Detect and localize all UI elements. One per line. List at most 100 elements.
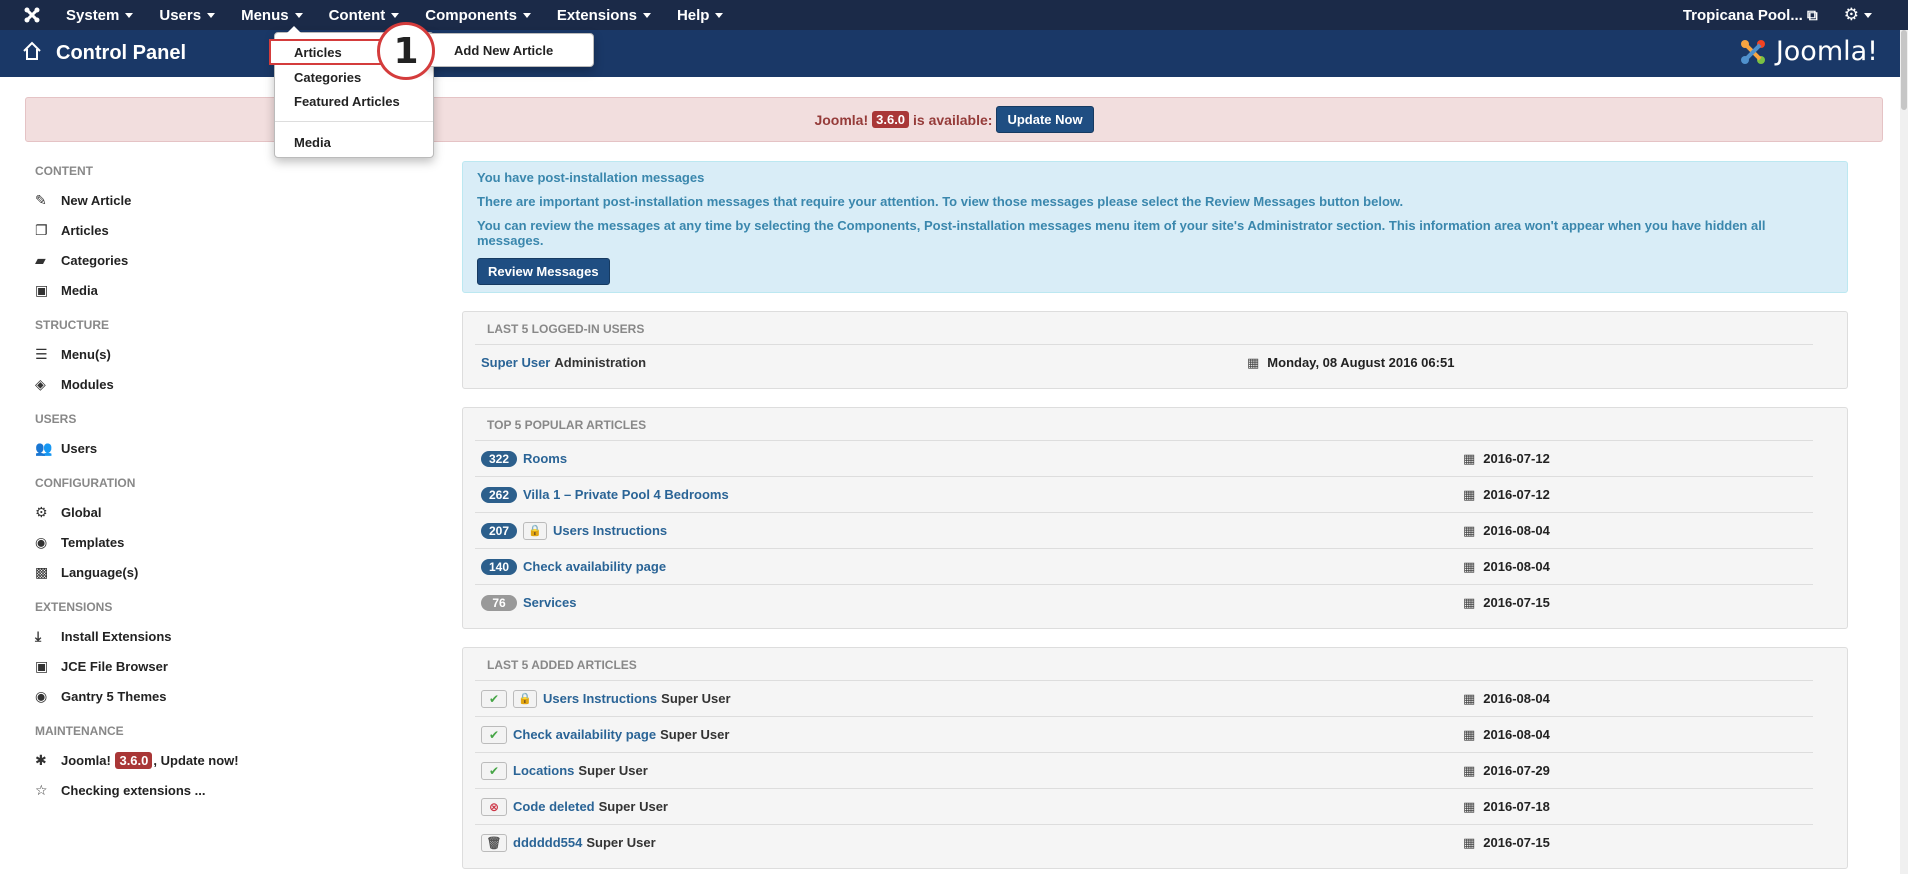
sidebar-item-install-extensions[interactable]: ⤓ Install Extensions: [35, 621, 435, 651]
article-link[interactable]: Users Instructions: [543, 691, 657, 706]
content-menu-item-featured-articles[interactable]: Featured Articles: [275, 89, 433, 113]
pencil-icon: ✎: [35, 191, 47, 208]
lock-icon[interactable]: 🔒: [513, 689, 537, 708]
row-date: ▦ 2016-08-04: [1463, 727, 1813, 743]
date-text: 2016-08-04: [1483, 559, 1550, 574]
published-check-icon[interactable]: ✔: [481, 689, 507, 708]
chevron-down-icon: [391, 12, 400, 18]
article-author: Super User: [660, 727, 730, 742]
menu-label: Menus: [241, 6, 289, 24]
joomla-logo-icon[interactable]: [0, 0, 64, 30]
article-link[interactable]: dddddd554: [513, 835, 582, 850]
sidebar-item-label: Joomla! 3.6.0, Update now!: [61, 751, 239, 769]
sidebar-item-language-s[interactable]: ▩ Language(s): [35, 557, 435, 587]
scrollbar-thumb[interactable]: [1901, 30, 1907, 110]
date-text: 2016-07-18: [1483, 799, 1550, 814]
row-date: ▦ 2016-07-12: [1463, 487, 1813, 503]
hits-badge: 207: [481, 522, 517, 539]
article-author: Super User: [578, 763, 648, 778]
article-link[interactable]: Services: [523, 595, 577, 610]
download-icon: ⤓: [35, 627, 42, 644]
sidebar-item-global[interactable]: ⚙ Global: [35, 497, 435, 527]
sidebar-item-jce-file-browser[interactable]: ▣ JCE File Browser: [35, 651, 435, 681]
sidebar-item-categories[interactable]: ▰ Categories: [35, 245, 435, 275]
postinstall-line2: You can review the messages at any time …: [477, 218, 1766, 248]
article-link[interactable]: Code deleted: [513, 799, 595, 814]
row-left: 76 Services: [481, 594, 1463, 611]
menu-help[interactable]: Help: [675, 0, 726, 30]
table-row: 76 Services ▦ 2016-07-15: [475, 584, 1813, 620]
row-left: 322 Rooms: [481, 450, 1463, 467]
sidebar-item-joomla-3-6-0-update-now[interactable]: ✱ Joomla! 3.6.0, Update now!: [35, 745, 435, 775]
row-left: ✔ 🔒 Users Instructions Super User: [481, 689, 1463, 708]
add-new-article-label: Add New Article: [454, 42, 554, 58]
sidebar-item-articles[interactable]: ❐ Articles: [35, 215, 435, 245]
calendar-icon: ▦: [1463, 762, 1476, 778]
sidebar-item-templates[interactable]: ◉ Templates: [35, 527, 435, 557]
calendar-icon: ▦: [1463, 486, 1476, 502]
menu-extensions[interactable]: Extensions: [555, 0, 653, 30]
published-check-icon[interactable]: ✔: [481, 761, 507, 780]
sidebar-item-modules[interactable]: ◈ Modules: [35, 369, 435, 399]
calendar-icon: ▦: [1247, 354, 1260, 370]
popular-articles-panel: TOP 5 POPULAR ARTICLES 322 Rooms ▦ 2016-07-…: [462, 407, 1848, 629]
review-messages-button[interactable]: Review Messages: [477, 258, 610, 285]
chevron-down-icon: [294, 12, 303, 18]
menu-label: Components: [425, 6, 517, 24]
menu-components[interactable]: Components: [423, 0, 533, 30]
date-text: 2016-07-12: [1483, 451, 1550, 466]
article-link[interactable]: Check availability page: [513, 727, 656, 742]
user-link[interactable]: Super User: [481, 355, 550, 370]
article-link[interactable]: Check availability page: [523, 559, 666, 574]
image-icon: ▣: [35, 281, 49, 298]
chevron-down-icon: [1864, 12, 1872, 18]
table-row: 262 Villa 1 – Private Pool 4 Bedrooms ▦ 201…: [475, 476, 1813, 512]
update-now-button[interactable]: Update Now: [996, 106, 1094, 133]
sidebar-item-users[interactable]: 👥 Users: [35, 433, 435, 463]
eye-icon: ◉: [35, 533, 48, 550]
postinstall-line1: There are important post-installation me…: [477, 194, 1404, 209]
content-menu-item-media[interactable]: Media: [275, 130, 433, 154]
sidebar-item-new-article[interactable]: ✎ New Article: [35, 185, 435, 215]
home-icon: [22, 41, 42, 67]
menu-users[interactable]: Users: [157, 0, 217, 30]
postinstall-alert: You have post-installation messages Ther…: [462, 161, 1848, 293]
table-row: 322 Rooms ▦ 2016-07-12: [475, 440, 1813, 476]
page-scrollbar[interactable]: [1900, 30, 1908, 874]
lock-icon[interactable]: 🔒: [523, 521, 547, 540]
site-link[interactable]: Tropicana Pool... ⧉: [1683, 7, 1818, 24]
panel-title: LAST 5 LOGGED-IN USERS: [487, 322, 645, 336]
sidebar-item-label: Articles: [61, 222, 109, 238]
published-check-icon[interactable]: ✔: [481, 725, 507, 744]
article-link[interactable]: Villa 1 – Private Pool 4 Bedrooms: [523, 487, 729, 502]
add-new-article-submenu[interactable]: Add New Article: [427, 33, 594, 67]
article-link[interactable]: Rooms: [523, 451, 567, 466]
row-date: ▦ 2016-08-04: [1463, 559, 1813, 575]
sidebar-item-gantry-5-themes[interactable]: ◉ Gantry 5 Themes: [35, 681, 435, 711]
sidebar-item-media[interactable]: ▣ Media: [35, 275, 435, 305]
row-date: ▦ 2016-07-12: [1463, 451, 1813, 467]
sidebar-item-checking-extensions[interactable]: ☆ Checking extensions ...: [35, 775, 435, 805]
article-author: Super User: [661, 691, 731, 706]
chevron-down-icon: [642, 12, 651, 18]
sidebar-section-title: MAINTENANCE: [35, 724, 124, 738]
version-badge: 3.6.0: [872, 111, 910, 128]
update-alert-prefix: Joomla!: [814, 111, 869, 128]
menu-system[interactable]: System: [64, 0, 135, 30]
chevron-down-icon: [125, 12, 134, 18]
trash-icon[interactable]: 🗑: [481, 833, 507, 852]
joomla-icon: ✱: [35, 751, 47, 768]
callout-number: 1: [393, 30, 419, 72]
user-menu-toggle[interactable]: ⚙: [1844, 5, 1872, 25]
sidebar-section-title: STRUCTURE: [35, 318, 109, 332]
gear-icon: ⚙: [1843, 5, 1859, 24]
sidebar-item-label: Users: [61, 440, 98, 456]
unpublished-icon[interactable]: ⊗: [481, 797, 507, 816]
row-date: ▦ 2016-07-15: [1463, 835, 1813, 851]
article-link[interactable]: Users Instructions: [553, 523, 667, 538]
comments-icon: ▩: [35, 563, 49, 580]
article-link[interactable]: Locations: [513, 763, 574, 778]
row-date: ▦ 2016-08-04: [1463, 691, 1813, 707]
sidebar-item-menu-s[interactable]: ☰ Menu(s): [35, 339, 435, 369]
gear-icon: ⚙: [35, 503, 48, 520]
